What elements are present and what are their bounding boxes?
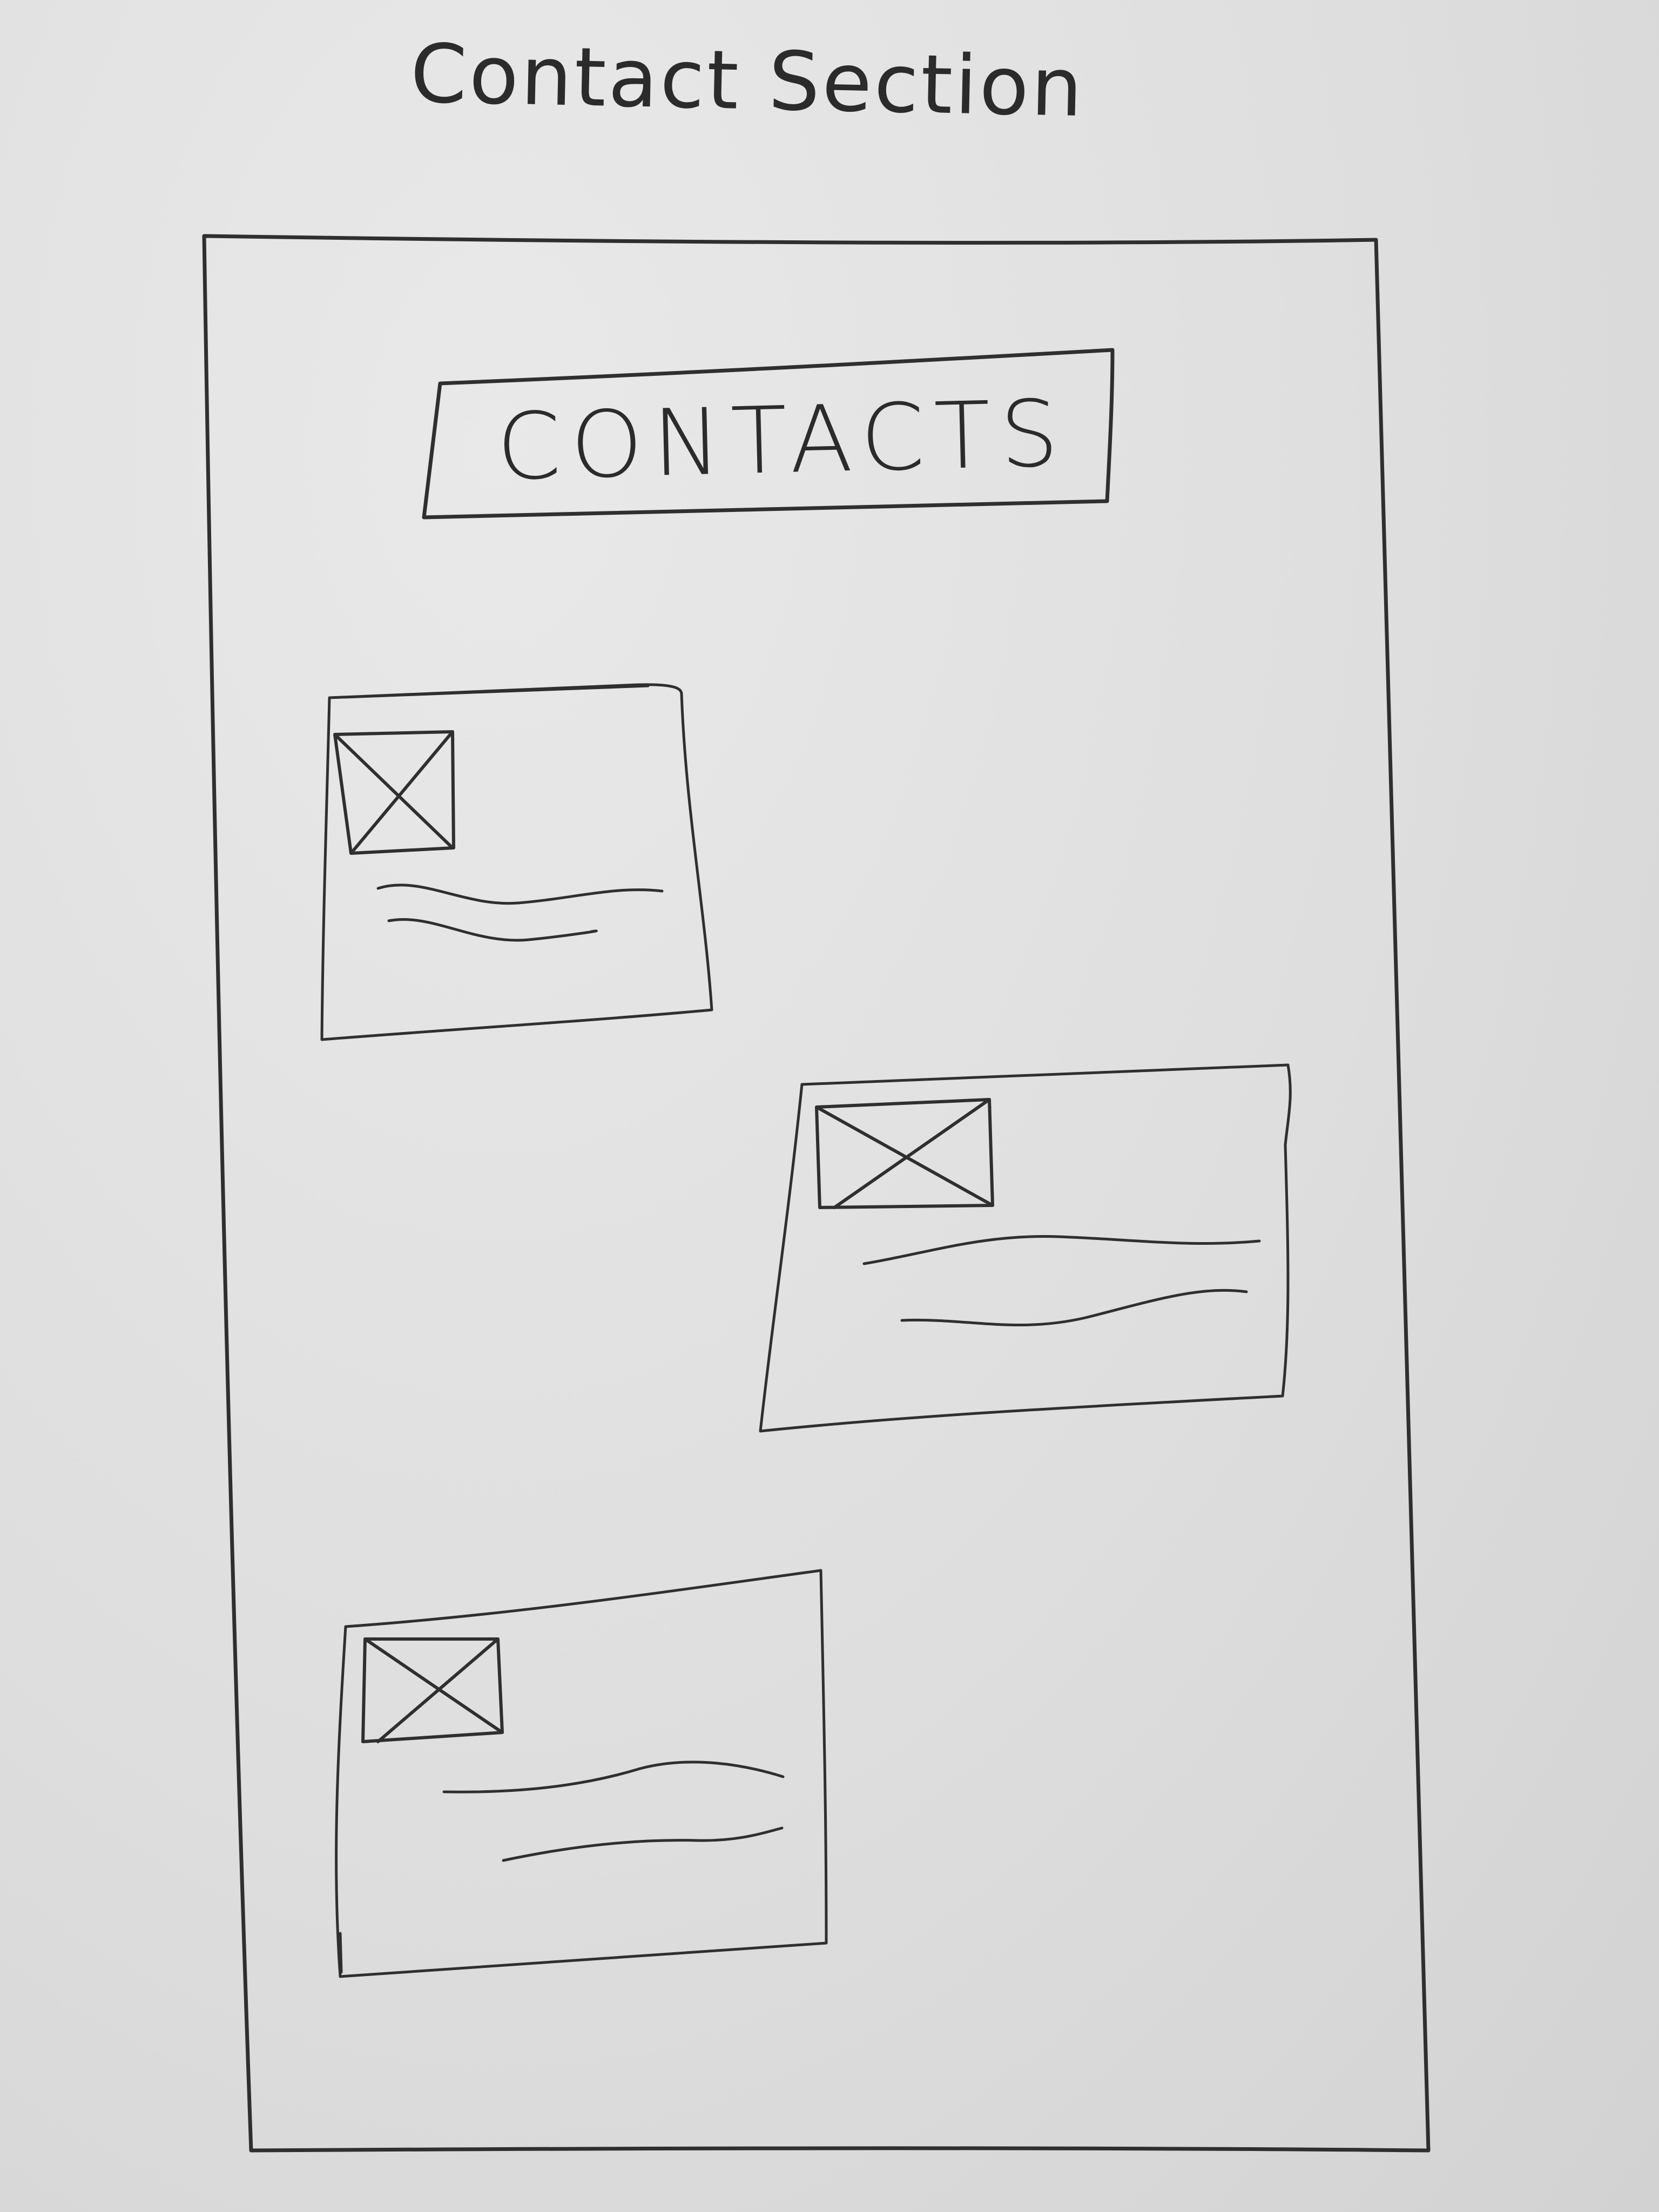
contact-text-line xyxy=(442,1761,785,1793)
image-placeholder-icon xyxy=(333,730,455,855)
contact-card-outline xyxy=(320,683,713,1041)
contact-card[interactable] xyxy=(759,1063,1292,1433)
contact-text-line xyxy=(900,1289,1248,1326)
contact-text-line xyxy=(376,884,664,905)
image-placeholder-icon xyxy=(815,1098,994,1209)
contact-card[interactable] xyxy=(335,1569,828,1978)
contact-text-line xyxy=(862,1235,1261,1265)
contact-text-line xyxy=(502,1826,784,1862)
contact-card-outline xyxy=(335,1569,828,1978)
contact-text-line xyxy=(387,918,598,942)
contact-card[interactable] xyxy=(320,683,713,1041)
image-placeholder-icon xyxy=(361,1637,504,1743)
